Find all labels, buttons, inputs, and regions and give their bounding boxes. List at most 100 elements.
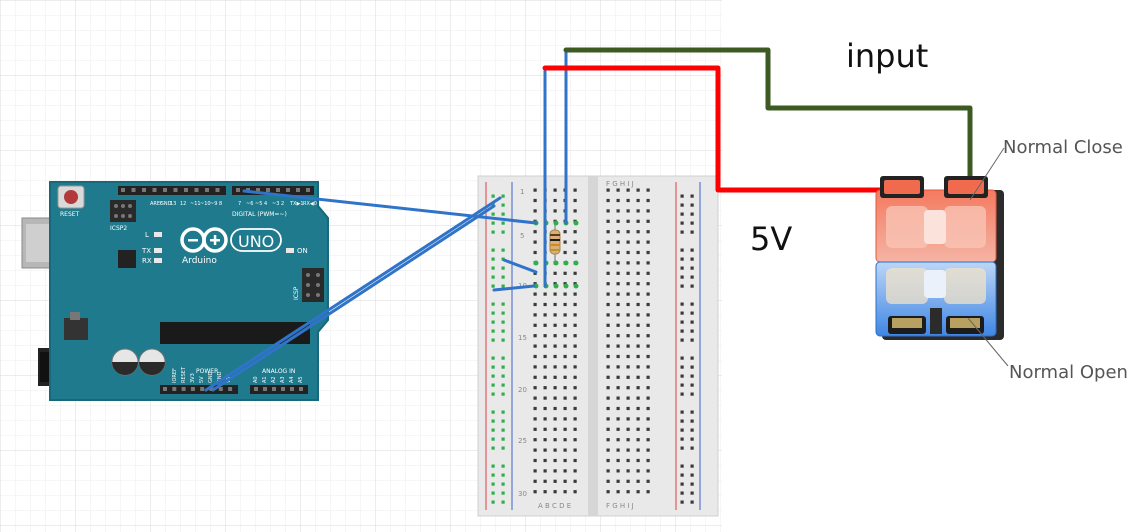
hole bbox=[563, 448, 567, 452]
hole bbox=[501, 374, 505, 378]
hole bbox=[626, 240, 630, 244]
hole bbox=[501, 248, 505, 252]
hole bbox=[491, 464, 495, 468]
hole bbox=[163, 387, 167, 391]
hole bbox=[491, 194, 495, 198]
breadboard: 1 5 10 15 20 25 30 A B C D E F G H I J F… bbox=[477, 175, 719, 517]
five-volt-label: 5V bbox=[750, 220, 792, 258]
led-tx bbox=[154, 248, 162, 253]
pin-3-label: ~3 bbox=[272, 201, 279, 207]
hole bbox=[606, 448, 610, 452]
hole bbox=[690, 221, 694, 225]
hole bbox=[690, 482, 694, 486]
hole bbox=[616, 354, 620, 359]
led-l-label: L bbox=[145, 231, 149, 239]
row-20-label: 20 bbox=[518, 386, 527, 394]
hole bbox=[680, 410, 684, 414]
hole bbox=[680, 302, 684, 306]
hole bbox=[553, 365, 557, 369]
hole bbox=[646, 479, 650, 483]
hole bbox=[573, 375, 577, 379]
hole bbox=[543, 448, 547, 452]
hole bbox=[626, 344, 630, 348]
a2-label: A2 bbox=[271, 376, 277, 383]
hole bbox=[690, 356, 694, 360]
hole bbox=[690, 203, 694, 207]
hole bbox=[573, 354, 577, 359]
hole bbox=[543, 458, 547, 463]
hole bbox=[680, 428, 684, 432]
hole bbox=[636, 479, 640, 483]
hole bbox=[626, 271, 630, 275]
hole bbox=[680, 311, 684, 315]
hole bbox=[636, 240, 640, 244]
hole bbox=[690, 257, 694, 261]
hole bbox=[533, 479, 537, 483]
hole bbox=[533, 469, 537, 473]
pin-6-label: ~6 bbox=[246, 201, 253, 207]
hole bbox=[690, 311, 694, 315]
hole bbox=[563, 375, 567, 379]
hole bbox=[646, 354, 650, 359]
hole bbox=[543, 386, 547, 390]
hole bbox=[573, 365, 577, 369]
hole bbox=[553, 490, 557, 494]
hole bbox=[553, 406, 557, 411]
hole bbox=[543, 406, 547, 411]
hole bbox=[690, 428, 694, 432]
arduino-brand-label: Arduino bbox=[182, 256, 217, 266]
hole bbox=[680, 500, 684, 504]
hole bbox=[501, 437, 505, 441]
hole bbox=[646, 209, 650, 213]
hole bbox=[553, 334, 557, 338]
hole bbox=[636, 406, 640, 411]
hole bbox=[501, 392, 505, 396]
pin-2-label: 2 bbox=[281, 201, 284, 207]
hole bbox=[553, 323, 557, 327]
hole bbox=[680, 221, 684, 225]
hole bbox=[636, 438, 640, 442]
small-chip bbox=[118, 250, 136, 268]
hole bbox=[636, 458, 640, 463]
a0-label: A0 bbox=[253, 376, 259, 383]
hole bbox=[616, 448, 620, 452]
hole bbox=[606, 282, 610, 286]
hole bbox=[616, 302, 620, 307]
hole bbox=[606, 438, 610, 442]
hole bbox=[286, 188, 290, 192]
hole bbox=[501, 320, 505, 324]
led-tx-label: TX bbox=[141, 247, 151, 255]
hole bbox=[680, 248, 684, 252]
hole bbox=[626, 261, 630, 265]
hole bbox=[491, 383, 495, 387]
hole bbox=[690, 266, 694, 270]
hole bbox=[616, 261, 620, 265]
hole bbox=[491, 446, 495, 450]
hole bbox=[501, 266, 505, 270]
hole bbox=[553, 271, 557, 275]
hole bbox=[491, 482, 495, 486]
hole bbox=[543, 417, 547, 421]
hole bbox=[563, 479, 567, 483]
hole bbox=[533, 365, 537, 369]
hole bbox=[616, 292, 620, 296]
hole bbox=[606, 458, 610, 463]
hole bbox=[553, 396, 557, 400]
hole bbox=[636, 250, 640, 255]
hole bbox=[616, 458, 620, 463]
hole bbox=[501, 203, 505, 207]
hole bbox=[680, 203, 684, 207]
hole bbox=[636, 427, 640, 431]
hole bbox=[626, 469, 630, 473]
hole bbox=[646, 334, 650, 338]
hole bbox=[553, 448, 557, 452]
hole bbox=[646, 313, 650, 317]
hole bbox=[573, 448, 577, 452]
hole bbox=[190, 387, 195, 391]
hole bbox=[606, 302, 610, 307]
hole bbox=[563, 292, 567, 296]
hole bbox=[636, 198, 640, 203]
hole bbox=[606, 375, 610, 379]
hole bbox=[606, 240, 610, 244]
hole bbox=[626, 198, 630, 203]
